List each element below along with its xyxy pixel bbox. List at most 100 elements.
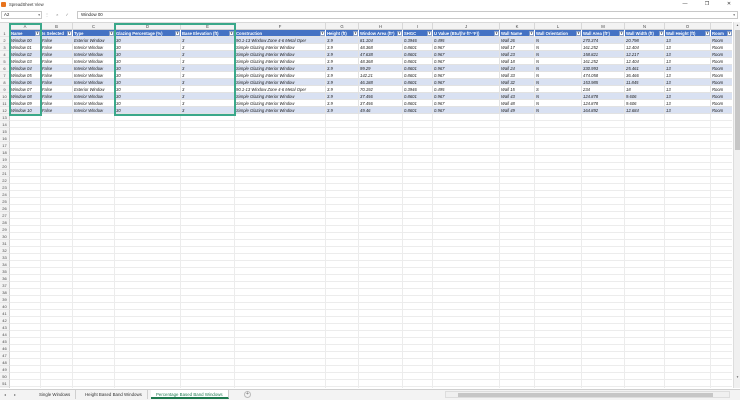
empty-cell[interactable] [73, 310, 115, 317]
empty-cell[interactable] [433, 226, 500, 233]
empty-cell[interactable] [41, 338, 73, 345]
empty-cell[interactable] [235, 198, 326, 205]
empty-cell[interactable] [115, 247, 181, 254]
row-header[interactable]: 32 [0, 247, 10, 254]
column-header[interactable]: L [535, 23, 582, 30]
filter-dropdown-icon[interactable]: ▾ [705, 31, 710, 36]
empty-cell[interactable] [665, 387, 711, 388]
empty-cell[interactable] [625, 149, 665, 156]
empty-cell[interactable] [73, 289, 115, 296]
empty-cell[interactable] [73, 121, 115, 128]
empty-cell[interactable] [500, 317, 535, 324]
empty-cell[interactable] [403, 310, 433, 317]
table-cell[interactable]: 3.9 [326, 58, 359, 65]
table-header-cell[interactable]: Window Area (ft²) ▾ [359, 30, 403, 37]
empty-cell[interactable] [711, 275, 732, 282]
empty-cell[interactable] [359, 128, 403, 135]
table-cell[interactable]: Wall 32 [500, 79, 535, 86]
empty-cell[interactable] [181, 310, 235, 317]
empty-cell[interactable] [582, 282, 625, 289]
table-cell[interactable]: N [535, 107, 582, 114]
empty-cell[interactable] [359, 345, 403, 352]
empty-cell[interactable] [582, 373, 625, 380]
empty-cell[interactable] [181, 303, 235, 310]
table-header-cell[interactable]: Construction ▾ [235, 30, 326, 37]
empty-cell[interactable] [326, 156, 359, 163]
table-cell[interactable]: False [41, 58, 73, 65]
empty-cell[interactable] [73, 261, 115, 268]
table-cell[interactable]: 3 [181, 72, 235, 79]
empty-cell[interactable] [582, 135, 625, 142]
empty-cell[interactable] [359, 275, 403, 282]
empty-cell[interactable] [535, 268, 582, 275]
empty-cell[interactable] [115, 373, 181, 380]
empty-cell[interactable] [582, 114, 625, 121]
empty-cell[interactable] [625, 163, 665, 170]
empty-cell[interactable] [665, 352, 711, 359]
empty-cell[interactable] [10, 303, 41, 310]
horizontal-scrollbar[interactable] [445, 391, 730, 398]
empty-cell[interactable] [41, 331, 73, 338]
empty-cell[interactable] [41, 149, 73, 156]
empty-cell[interactable] [10, 170, 41, 177]
table-cell[interactable]: Wall 33 [500, 72, 535, 79]
empty-cell[interactable] [500, 254, 535, 261]
scroll-down-icon[interactable]: ▾ [734, 374, 740, 381]
empty-cell[interactable] [625, 359, 665, 366]
empty-cell[interactable] [115, 233, 181, 240]
empty-cell[interactable] [625, 191, 665, 198]
empty-cell[interactable] [359, 233, 403, 240]
table-cell[interactable]: Simple Glazing Interior Window [235, 79, 326, 86]
empty-cell[interactable] [115, 240, 181, 247]
table-cell[interactable]: 3.9 [326, 65, 359, 72]
empty-cell[interactable] [41, 317, 73, 324]
empty-cell[interactable] [73, 149, 115, 156]
empty-cell[interactable] [433, 247, 500, 254]
empty-cell[interactable] [665, 282, 711, 289]
empty-cell[interactable] [359, 331, 403, 338]
empty-cell[interactable] [711, 121, 732, 128]
table-header-cell[interactable]: Name ▾ [10, 30, 41, 37]
row-header[interactable]: 26 [0, 205, 10, 212]
table-cell[interactable]: Wall 49 [500, 107, 535, 114]
table-cell[interactable]: 0.967 [433, 100, 500, 107]
column-header[interactable]: N [625, 23, 665, 30]
table-cell[interactable]: 12.404 [625, 58, 665, 65]
empty-cell[interactable] [115, 387, 181, 388]
empty-cell[interactable] [181, 254, 235, 261]
empty-cell[interactable] [403, 254, 433, 261]
empty-cell[interactable] [181, 366, 235, 373]
empty-cell[interactable] [665, 142, 711, 149]
empty-cell[interactable] [10, 156, 41, 163]
empty-cell[interactable] [433, 310, 500, 317]
empty-cell[interactable] [326, 366, 359, 373]
empty-cell[interactable] [41, 240, 73, 247]
empty-cell[interactable] [625, 310, 665, 317]
empty-cell[interactable] [403, 303, 433, 310]
empty-cell[interactable] [665, 275, 711, 282]
empty-cell[interactable] [403, 184, 433, 191]
empty-cell[interactable] [625, 142, 665, 149]
empty-cell[interactable] [115, 149, 181, 156]
empty-cell[interactable] [403, 135, 433, 142]
table-cell[interactable]: Room [711, 44, 732, 51]
empty-cell[interactable] [500, 156, 535, 163]
empty-cell[interactable] [181, 261, 235, 268]
empty-cell[interactable] [326, 373, 359, 380]
empty-cell[interactable] [326, 310, 359, 317]
empty-cell[interactable] [711, 338, 732, 345]
empty-cell[interactable] [235, 128, 326, 135]
table-cell[interactable]: Wall 48 [500, 100, 535, 107]
empty-cell[interactable] [665, 198, 711, 205]
empty-cell[interactable] [582, 121, 625, 128]
empty-cell[interactable] [433, 261, 500, 268]
empty-cell[interactable] [535, 233, 582, 240]
empty-cell[interactable] [625, 184, 665, 191]
empty-cell[interactable] [41, 296, 73, 303]
empty-cell[interactable] [711, 149, 732, 156]
table-cell[interactable]: 18 [625, 86, 665, 93]
column-header[interactable]: K [500, 23, 535, 30]
row-header[interactable]: 30 [0, 233, 10, 240]
empty-cell[interactable] [665, 268, 711, 275]
empty-cell[interactable] [403, 128, 433, 135]
